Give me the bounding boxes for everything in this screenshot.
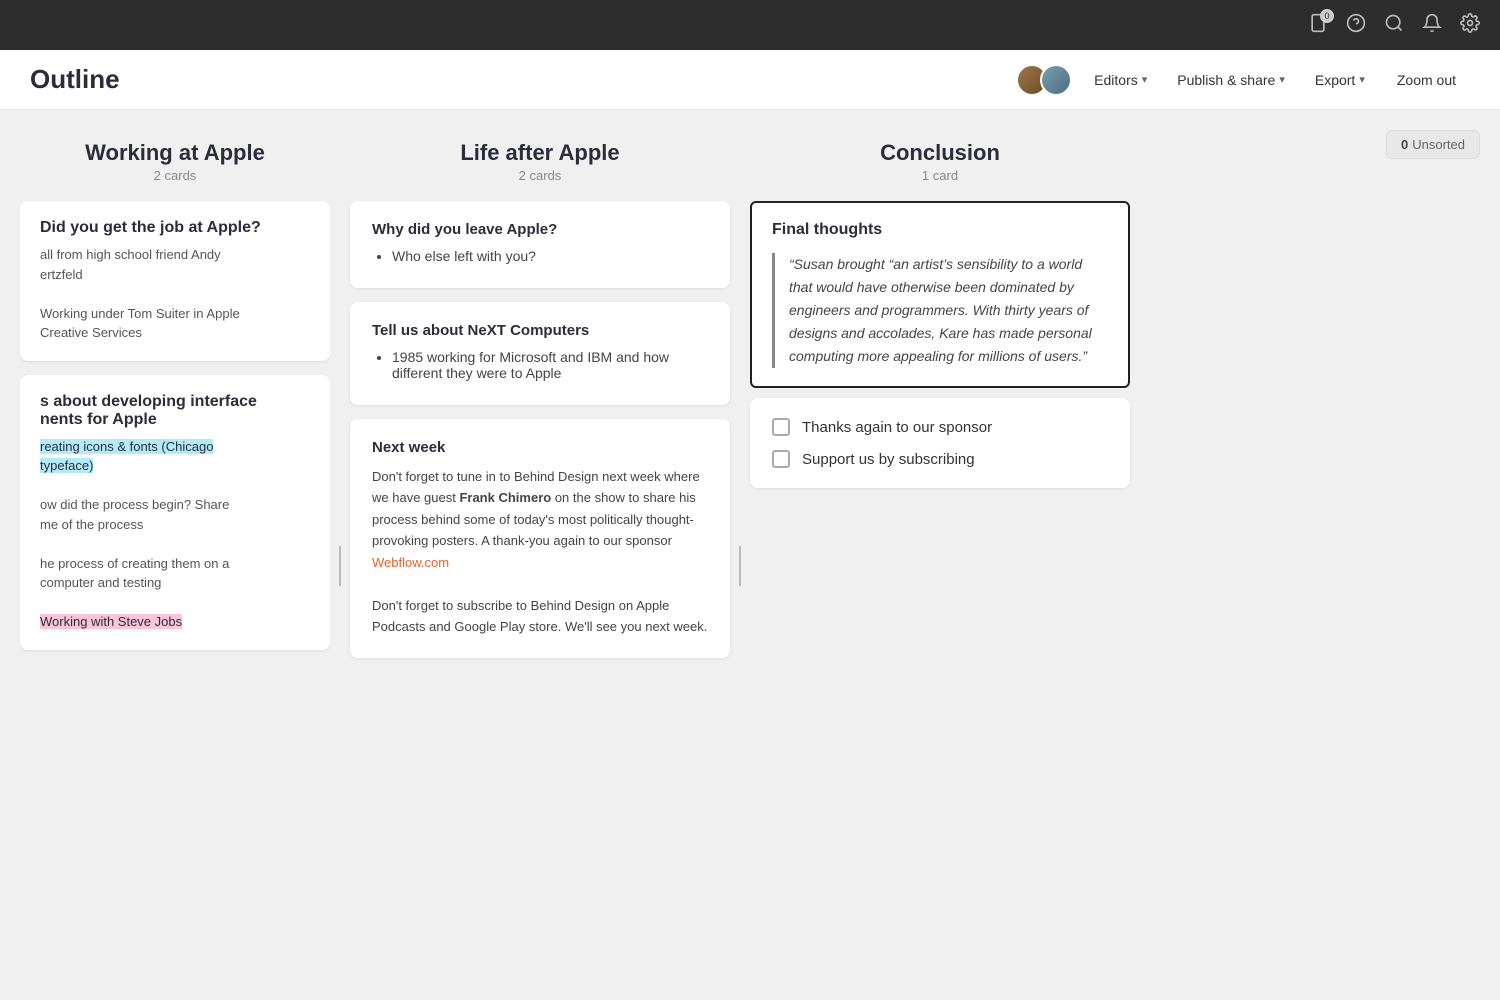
main-content: 0 Unsorted Working at Apple 2 cards Did …	[0, 110, 1500, 1000]
card-job-at-apple: Did you get the job at Apple? all from h…	[20, 201, 330, 361]
checklist-item-sponsor: Thanks again to our sponsor	[772, 418, 1108, 436]
help-icon[interactable]	[1346, 13, 1366, 38]
card-list: Who else left with you?	[372, 248, 708, 264]
settings-icon[interactable]	[1460, 13, 1480, 38]
chevron-down-icon: ▾	[1142, 73, 1148, 86]
column-working-at-apple: Working at Apple 2 cards Did you get the…	[20, 130, 330, 980]
highlight-cyan: reating icons & fonts (Chicagotypeface)	[40, 439, 213, 474]
notification-badge: 0	[1320, 9, 1334, 23]
publish-share-button[interactable]: Publish & share ▾	[1165, 66, 1297, 94]
list-item: 1985 working for Microsoft and IBM and h…	[392, 349, 708, 381]
avatar-group	[1016, 64, 1072, 96]
card-why-leave: Why did you leave Apple? Who else left w…	[350, 201, 730, 288]
bell-icon[interactable]	[1422, 13, 1442, 38]
columns-wrapper: Working at Apple 2 cards Did you get the…	[20, 130, 1480, 980]
checklist-label-sponsor: Thanks again to our sponsor	[802, 419, 992, 436]
webflow-link[interactable]: Webflow.com	[372, 555, 449, 570]
column-conclusion: Conclusion 1 card Final thoughts “Susan …	[750, 130, 1130, 980]
page-title: Outline	[30, 64, 1016, 95]
checkbox-sponsor[interactable]	[772, 418, 790, 436]
unsorted-badge: 0 Unsorted	[1386, 130, 1480, 159]
list-item: Who else left with you?	[392, 248, 708, 264]
card-list: 1985 working for Microsoft and IBM and h…	[372, 349, 708, 381]
next-week-body: Don't forget to tune in to Behind Design…	[372, 466, 708, 638]
header: Outline Editors ▾ Publish & share ▾ Expo…	[0, 50, 1500, 110]
blockquote: “Susan brought “an artist’s sensibility …	[772, 253, 1108, 368]
column-separator-1	[330, 130, 350, 980]
checklist-item-subscribe: Support us by subscribing	[772, 450, 1108, 468]
column-life-after-apple: Life after Apple 2 cards Why did you lea…	[350, 130, 730, 980]
chevron-down-icon: ▾	[1359, 73, 1365, 86]
search-icon[interactable]	[1384, 13, 1404, 38]
top-bar: 0	[0, 0, 1500, 50]
column-separator-2	[730, 130, 750, 980]
column-header-left: Working at Apple 2 cards	[20, 130, 330, 201]
tablet-icon[interactable]: 0	[1308, 13, 1328, 38]
editors-button[interactable]: Editors ▾	[1082, 66, 1159, 94]
chevron-down-icon: ▾	[1279, 73, 1285, 86]
card-next-week: Next week Don't forget to tune in to Beh…	[350, 419, 730, 658]
card-final-thoughts: Final thoughts “Susan brought “an artist…	[750, 201, 1130, 388]
column-header-right: Conclusion 1 card	[750, 130, 1130, 201]
header-actions: Editors ▾ Publish & share ▾ Export ▾ Zoo…	[1016, 64, 1470, 96]
export-button[interactable]: Export ▾	[1303, 66, 1377, 94]
highlight-pink: Working with Steve Jobs	[40, 614, 182, 629]
card-developing-interface: s about developing interfacenents for Ap…	[20, 375, 330, 650]
checklist-label-subscribe: Support us by subscribing	[802, 451, 975, 468]
card-next-computers: Tell us about NeXT Computers 1985 workin…	[350, 302, 730, 405]
column-header-middle: Life after Apple 2 cards	[350, 130, 730, 201]
zoom-out-button[interactable]: Zoom out	[1383, 66, 1470, 94]
checkbox-subscribe[interactable]	[772, 450, 790, 468]
avatar	[1040, 64, 1072, 96]
checklist-card: Thanks again to our sponsor Support us b…	[750, 398, 1130, 488]
